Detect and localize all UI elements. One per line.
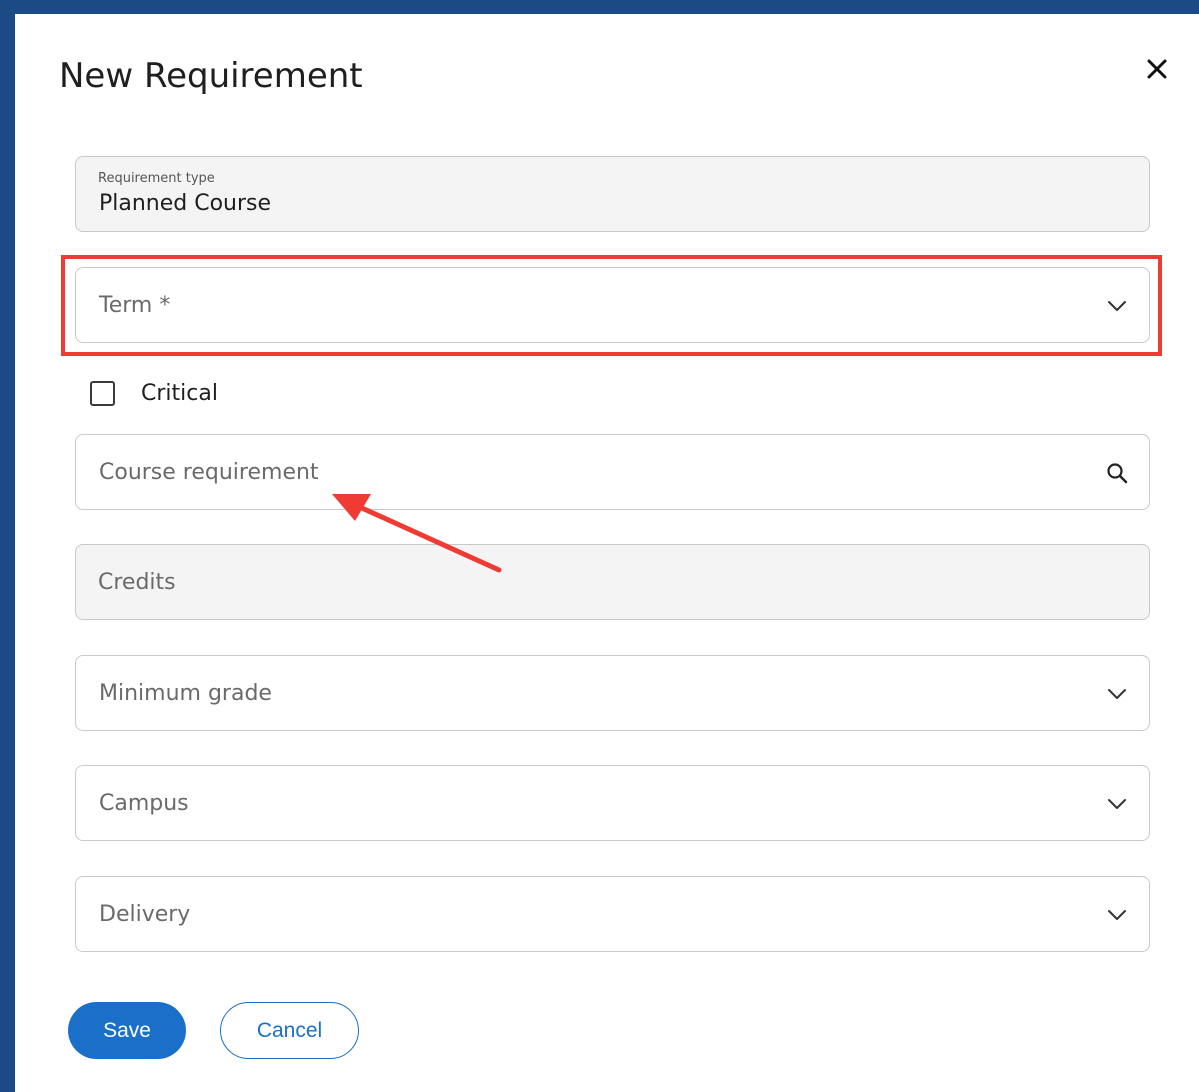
cancel-button[interactable]: Cancel [220, 1002, 359, 1059]
term-placeholder: Term * [99, 293, 171, 318]
search-icon[interactable] [1105, 461, 1129, 485]
save-button[interactable]: Save [68, 1002, 186, 1059]
term-select[interactable]: Term * [75, 267, 1150, 343]
course-requirement-placeholder: Course requirement [99, 460, 319, 485]
requirement-type-value: Planned Course [99, 191, 272, 216]
chevron-down-icon [1105, 903, 1129, 927]
critical-row: Critical [90, 381, 218, 406]
chevron-down-icon [1105, 682, 1129, 706]
chevron-down-icon [1105, 294, 1129, 318]
dialog-title: New Requirement [59, 56, 363, 96]
new-requirement-dialog: New Requirement Requirement type Planned… [15, 14, 1199, 1092]
close-icon [1147, 59, 1167, 79]
close-button[interactable] [1142, 54, 1172, 84]
campus-placeholder: Campus [99, 791, 189, 816]
delivery-placeholder: Delivery [99, 902, 191, 927]
minimum-grade-select[interactable]: Minimum grade [75, 655, 1150, 731]
credits-field: Credits [75, 544, 1150, 620]
campus-select[interactable]: Campus [75, 765, 1150, 841]
requirement-type-field: Requirement type Planned Course [75, 156, 1150, 232]
course-requirement-search[interactable]: Course requirement [75, 434, 1150, 510]
critical-label: Critical [141, 381, 218, 406]
chevron-down-icon [1105, 792, 1129, 816]
delivery-select[interactable]: Delivery [75, 876, 1150, 952]
requirement-type-label: Requirement type [98, 171, 215, 186]
minimum-grade-placeholder: Minimum grade [99, 681, 272, 706]
credits-placeholder: Credits [98, 570, 176, 595]
critical-checkbox[interactable] [90, 381, 115, 406]
